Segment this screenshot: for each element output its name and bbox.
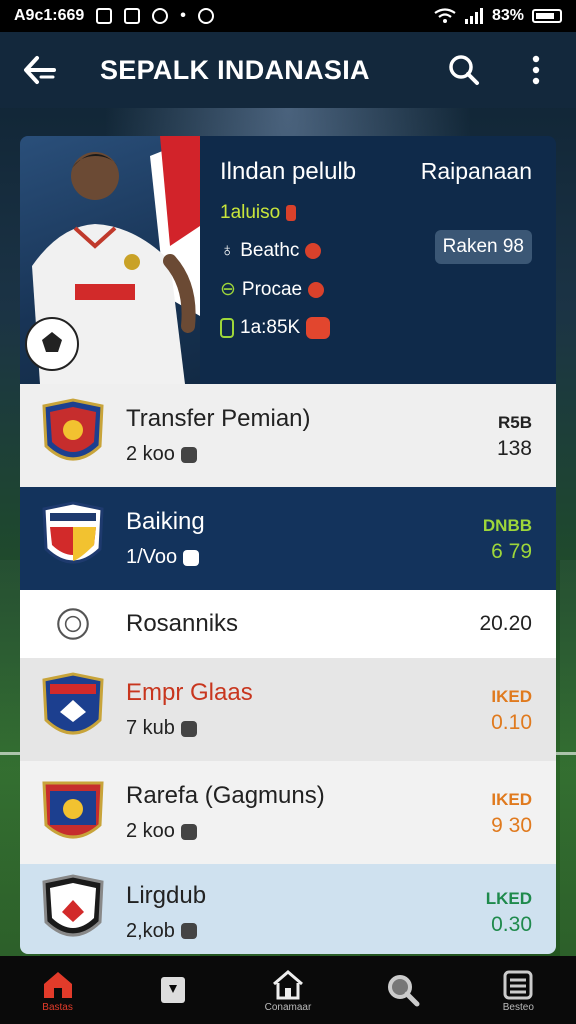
document-icon <box>124 8 141 24</box>
item-value-label: IKED <box>491 686 532 706</box>
item-value-label: DNBB <box>482 515 532 535</box>
item-value: 0.10 <box>491 710 532 734</box>
stat-badge-icon <box>306 317 331 339</box>
hero-side-label: Raipanaan <box>420 158 532 184</box>
item-name: Rarefa (Gagmuns) <box>126 782 325 809</box>
battery-icon <box>532 9 562 23</box>
menu-icon <box>503 970 533 999</box>
clock-icon <box>152 8 169 24</box>
nav-home[interactable]: Bastas <box>13 968 103 1013</box>
status-time: A9c1:669 <box>14 7 85 24</box>
item-sub: 2,kob <box>126 919 175 942</box>
club-crest-icon <box>42 500 104 563</box>
info-icon <box>180 923 197 939</box>
signal-icon <box>464 8 483 24</box>
club-crest-icon <box>42 671 104 734</box>
app-title: SEPALK INDANASIA <box>100 54 370 85</box>
club-crest-icon <box>42 874 104 937</box>
item-value: 6 79 <box>491 539 532 563</box>
ring-icon: ⊖ <box>220 279 236 300</box>
item-sub: 2 koo <box>126 820 175 842</box>
nav-label: Bastas <box>42 1001 73 1013</box>
hero-stat-1: 1aluiso <box>220 202 532 224</box>
dot-icon: • <box>180 7 186 24</box>
phone-icon <box>220 318 234 338</box>
player-illustration <box>25 136 200 384</box>
info-icon <box>180 720 197 737</box>
info-icon <box>180 446 197 463</box>
list-item[interactable]: Rosanniks 20.20 <box>20 590 556 658</box>
club-crest-icon <box>42 397 104 460</box>
search-icon <box>388 975 420 1007</box>
stat-label: 1a:85K <box>240 317 301 338</box>
nav-search[interactable] <box>358 973 448 1007</box>
item-name: Baiking <box>126 508 205 535</box>
list-item[interactable]: Baiking 1/Voo DNBB 6 79 <box>20 487 556 590</box>
item-value-label: IKED <box>491 789 532 809</box>
nav-menu[interactable]: Besteo <box>473 968 563 1013</box>
stat-label: 1aluiso <box>220 202 281 223</box>
back-arrow-icon <box>24 56 56 84</box>
item-value-label: LKED <box>485 889 532 908</box>
item-name: Transfer Pemian) <box>126 405 311 432</box>
stat-label: Beathc <box>240 240 300 261</box>
item-value: 138 <box>496 436 532 460</box>
nav-community[interactable]: Conamaar <box>243 968 333 1013</box>
app-bar: SEPALK INDANASIA <box>0 32 576 108</box>
item-name: Empr Glaas <box>126 679 253 706</box>
nav-tag[interactable] <box>128 973 218 1007</box>
bottom-nav: Bastas Conamaar Besteo <box>0 956 576 1024</box>
item-sub: 1/Voo <box>126 546 178 568</box>
search-icon <box>449 55 479 85</box>
battery-percent: 83% <box>491 7 524 24</box>
more-options-button[interactable] <box>518 52 554 88</box>
home-icon <box>43 971 72 998</box>
notification-icon <box>96 8 113 24</box>
more-vert-icon <box>532 55 540 85</box>
player-photo <box>20 136 200 384</box>
list-item[interactable]: Transfer Pemian) 2 koo R5B 138 <box>20 384 556 487</box>
club-crest-icon <box>42 781 104 838</box>
item-value: 9 30 <box>491 813 532 837</box>
nav-label: Conamaar <box>264 1001 312 1013</box>
house-outline-icon <box>272 969 303 999</box>
item-value: 0.30 <box>491 913 532 936</box>
search-button[interactable] <box>446 52 482 88</box>
player-hero[interactable]: Ilndan pelulb Raipanaan 1aluiso ♁ Beathc… <box>20 136 556 384</box>
tag-icon <box>160 977 185 1003</box>
item-value: 20.20 <box>479 612 532 635</box>
stat-badge-icon <box>305 243 322 259</box>
info-icon <box>183 549 200 566</box>
item-name: Rosanniks <box>126 610 239 637</box>
wifi-icon <box>434 8 456 23</box>
list-item[interactable]: Lirgdub 2,kob LKED 0.30 <box>20 864 556 954</box>
people-icon: ♁ <box>220 240 235 261</box>
back-button[interactable] <box>22 52 58 88</box>
club-list: Transfer Pemian) 2 koo R5B 138 Baiking 1… <box>20 384 556 954</box>
list-item[interactable]: Empr Glaas 7 kub IKED 0.10 <box>20 658 556 761</box>
item-sub: 7 kub <box>126 717 175 739</box>
item-name: Lirgdub <box>126 881 207 909</box>
stat-badge-icon <box>308 281 325 298</box>
main-card: Ilndan pelulb Raipanaan 1aluiso ♁ Beathc… <box>20 136 556 954</box>
app-icon <box>197 8 214 24</box>
club-crest-icon <box>57 608 89 640</box>
stat-badge-icon <box>286 205 297 221</box>
hero-stat-4: 1a:85K <box>220 317 532 339</box>
item-value-label: R5B <box>497 412 532 432</box>
status-bar: A9c1:669 • 83% <box>0 0 576 32</box>
stat-label: Procae <box>241 278 303 300</box>
list-item[interactable]: Rarefa (Gagmuns) 2 koo IKED 9 30 <box>20 761 556 864</box>
hero-stat-3: ⊖ Procae <box>220 278 532 301</box>
item-sub: 2 koo <box>126 443 175 465</box>
nav-label: Besteo <box>502 1001 534 1013</box>
rank-chip[interactable]: Raken 98 <box>434 230 532 264</box>
close-icon <box>180 823 197 840</box>
